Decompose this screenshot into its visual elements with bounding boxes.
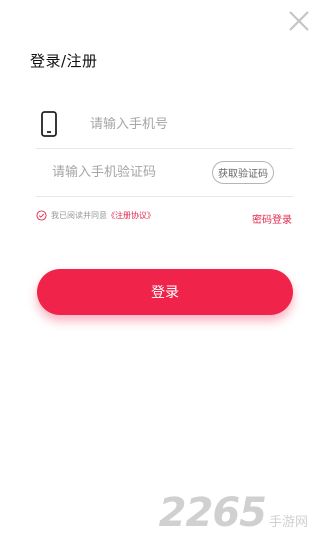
get-code-button[interactable]: 获取验证码 bbox=[212, 160, 274, 184]
agreement: 我已阅读并同意 《注册协议》 bbox=[36, 210, 155, 221]
phone-input[interactable] bbox=[90, 116, 240, 132]
page-title: 登录/注册 bbox=[30, 52, 98, 70]
password-login-link[interactable]: 密码登录 bbox=[252, 211, 292, 226]
watermark-digits: 2265 bbox=[158, 490, 267, 536]
agreement-text: 我已阅读并同意 bbox=[51, 211, 107, 220]
close-icon[interactable] bbox=[286, 8, 312, 34]
watermark-logo: 2265 手游网 bbox=[159, 490, 308, 536]
phone-row bbox=[36, 100, 294, 149]
code-row: 获取验证码 bbox=[36, 148, 294, 197]
watermark-text: 手游网 bbox=[268, 515, 308, 530]
phone-icon bbox=[41, 111, 57, 137]
agreement-link[interactable]: 《注册协议》 bbox=[107, 210, 155, 221]
check-circle-icon[interactable] bbox=[36, 210, 47, 221]
login-button[interactable]: 登录 bbox=[37, 269, 293, 315]
code-input[interactable] bbox=[52, 164, 202, 180]
